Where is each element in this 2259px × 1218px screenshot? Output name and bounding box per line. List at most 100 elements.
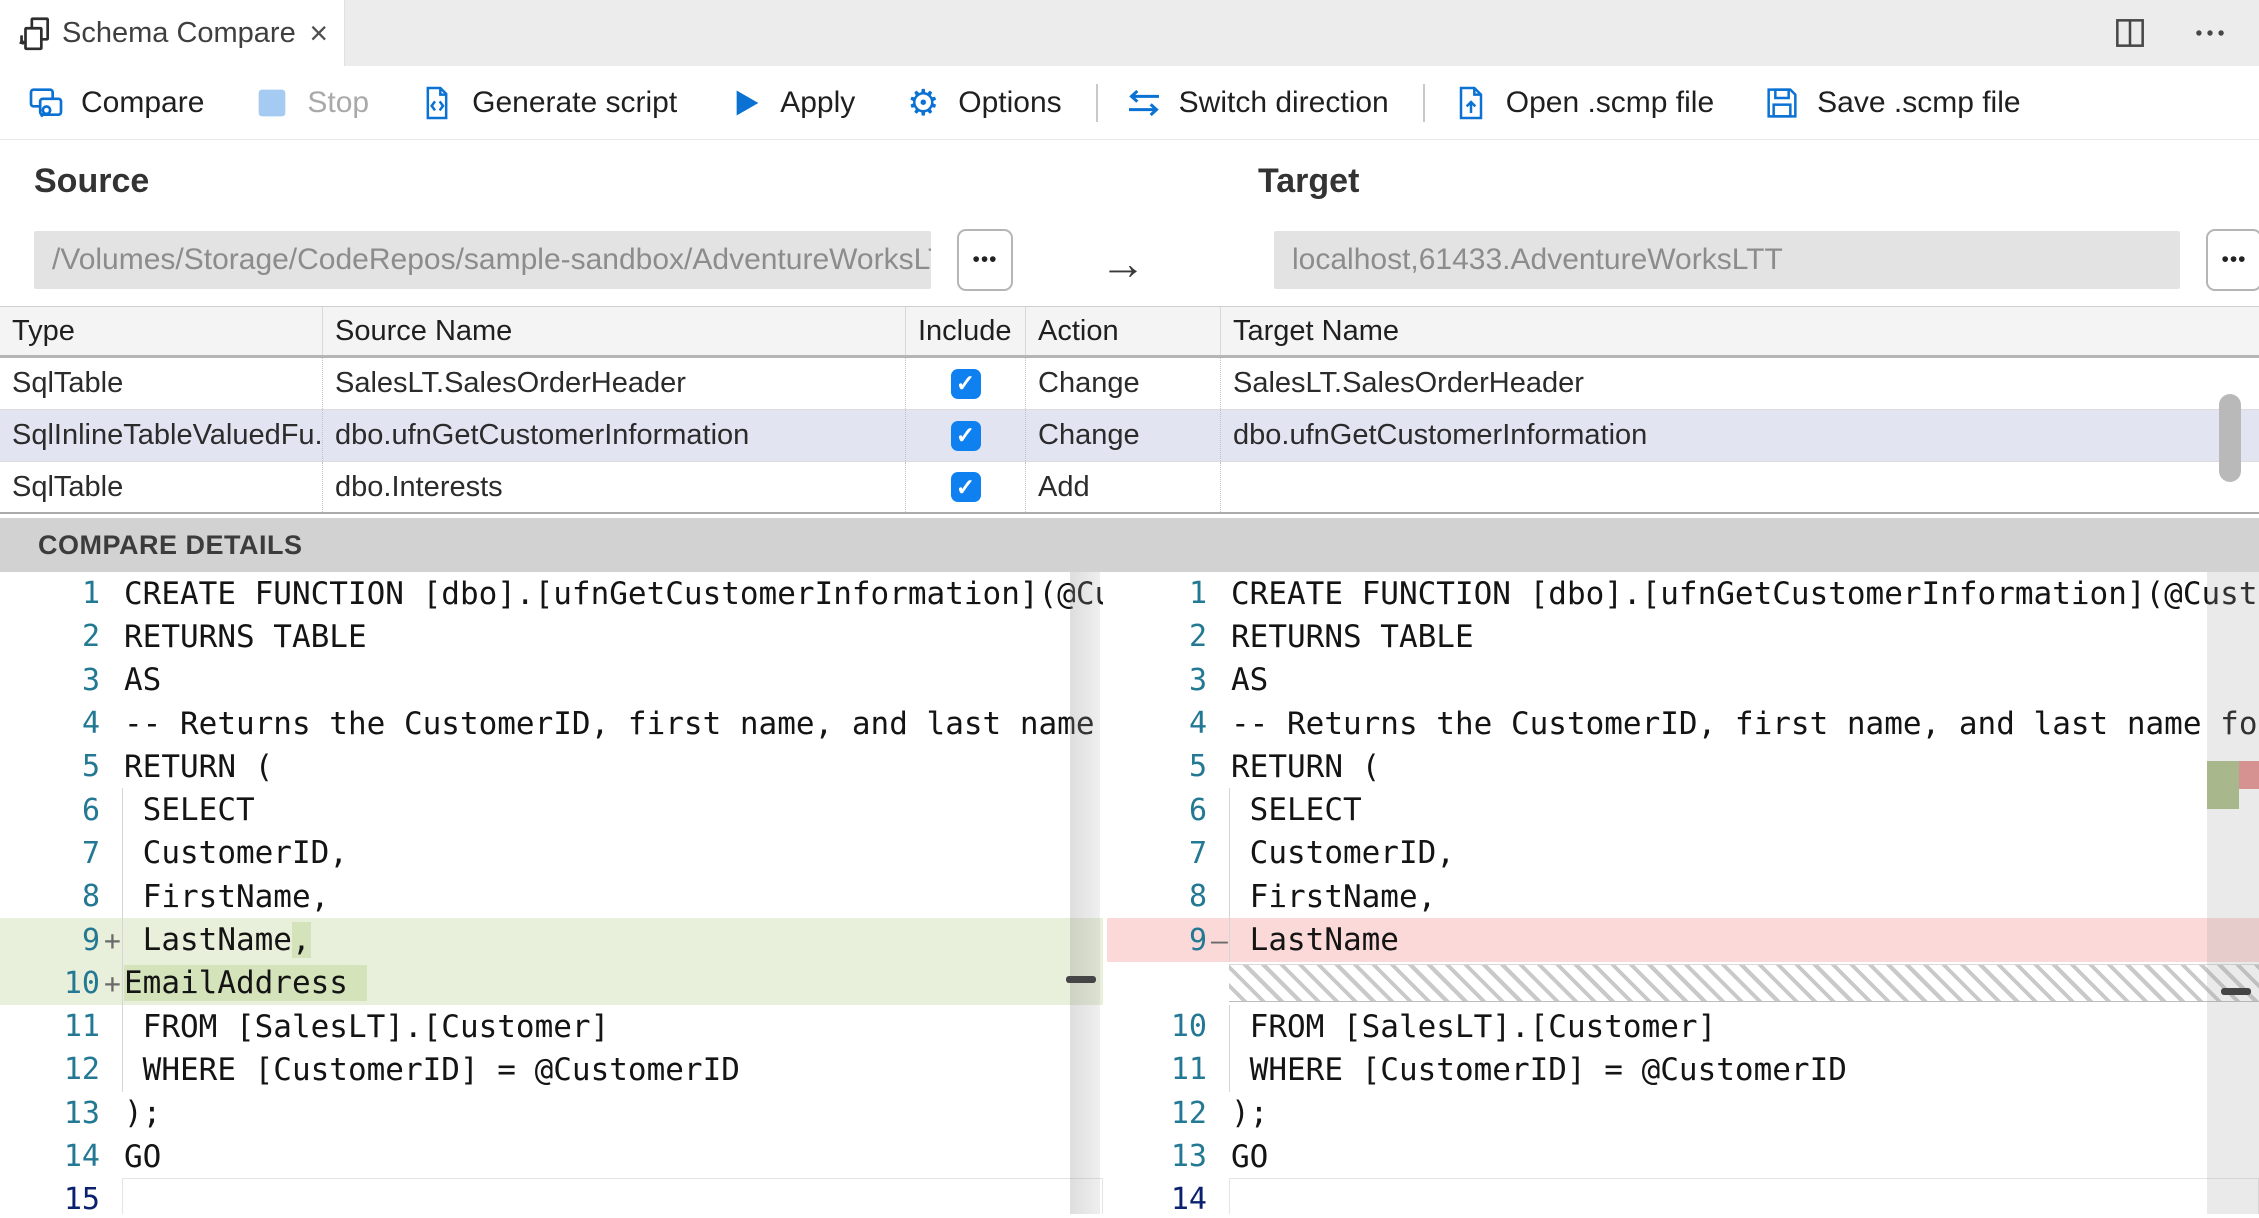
line-number: 9 [1188,922,1207,958]
line-number: 14 [63,1139,100,1174]
line-number: 1 [1188,576,1207,612]
code-line[interactable]: 8 FirstName, [0,875,1103,919]
save-scmp-button[interactable]: Save .scmp file [1762,83,2021,123]
compare-button[interactable]: Compare [26,83,204,123]
target-input[interactable]: localhost,61433.AdventureWorksLTT [1274,231,2180,289]
stop-button[interactable]: Stop [252,83,369,123]
editor-actions [2111,0,2259,66]
code-line[interactable]: 12); [1107,1092,2259,1135]
code-line[interactable]: 12 WHERE [CustomerID] = @CustomerID [0,1048,1103,1092]
code-text: RETURNS TABLE [1231,618,1474,655]
code-text: FirstName, [1229,875,2259,919]
column-header-action: Action [1025,307,1220,355]
code-line[interactable]: 7 CustomerID, [0,831,1103,876]
code-line[interactable]: 9– LastName [1107,918,2259,962]
code-text: WHERE [CustomerID] = @CustomerID [122,1048,1103,1092]
compare-grid: Type Source Name Include Action Target Name … [0,306,2259,514]
code-text: RETURN ( [1231,748,1381,785]
code-line[interactable]: 5 RETURN ( [0,745,1103,788]
code-line[interactable]: 5 RETURN ( [1107,745,2259,788]
code-line[interactable]: 9 + LastName, [0,918,1103,962]
schema-compare-window: Schema Compare × Compare Stop Generate scr… [0,0,2259,1218]
right-scroll-indicator[interactable] [2221,988,2251,995]
code-text [122,1178,1103,1214]
generate-script-button[interactable]: Generate script [417,83,677,123]
source-input[interactable]: /Volumes/Storage/CodeRepos/sample-sandbo… [34,231,931,289]
cell-target-name [1220,462,2259,512]
more-actions-icon[interactable] [2191,14,2229,52]
cell-target-name: dbo.ufnGetCustomerInformation [1220,410,2259,461]
code-line[interactable]: 3 AS [0,659,1103,702]
line-number: 2 [1188,619,1207,655]
diff-gap-row[interactable] [1107,962,2259,1005]
code-line[interactable]: 4 -- Returns the CustomerID, first name, … [0,702,1103,745]
code-line[interactable]: 13 GO [1107,1135,2259,1178]
code-line[interactable]: 4 -- Returns the CustomerID, first name, … [1107,702,2259,745]
code-line[interactable]: 11 WHERE [CustomerID] = @CustomerID [1107,1048,2259,1092]
open-scmp-button[interactable]: Open .scmp file [1451,83,1714,123]
grid-header-row: Type Source Name Include Action Target Name [0,306,2259,358]
cell-target-name: SalesLT.SalesOrderHeader [1220,358,2259,409]
table-row[interactable]: SqlTable SalesLT.SalesOrderHeader ✓ Change S… [0,358,2259,410]
code-text: GO [124,1138,162,1175]
toolbar-item-label: Compare [81,85,205,119]
close-icon[interactable]: × [299,17,328,49]
code-line[interactable]: 2 RETURNS TABLE [0,615,1103,658]
include-checkbox[interactable]: ✓ [950,472,981,502]
code-line[interactable]: 6 SELECT [0,788,1103,832]
code-line[interactable]: 10 FROM [SalesLT].[Customer] [1107,1004,2259,1049]
code-line[interactable]: 13); [0,1092,1103,1135]
code-text: WHERE [CustomerID] = @CustomerID [1229,1048,2259,1092]
code-line[interactable]: 1 CREATE FUNCTION [dbo].[ufnGetCustomerIn… [0,572,1103,615]
code-line[interactable]: 6 SELECT [1107,788,2259,832]
line-number: 5 [81,749,100,785]
options-button[interactable]: ⚙ Options [903,83,1062,123]
code-line[interactable]: 2 RETURNS TABLE [1107,615,2259,658]
tab-schema-compare[interactable]: Schema Compare × [0,0,345,66]
script-icon [417,83,457,123]
source-browse-button[interactable]: ••• [957,229,1013,291]
target-section: Target localhost,61433.AdventureWorksLTT… [1258,162,2259,291]
code-line[interactable]: 15 [0,1178,1103,1214]
compare-details-header[interactable]: COMPARE DETAILS [0,518,2259,572]
line-number: 6 [81,792,100,828]
target-browse-button[interactable]: ••• [2206,229,2259,291]
diff-marker: + [104,966,121,1000]
code-line[interactable]: 11 FROM [SalesLT].[Customer] [0,1004,1103,1049]
source-code-pane[interactable]: 1 CREATE FUNCTION [dbo].[ufnGetCustomerIn… [0,572,1103,1214]
line-number: 7 [1188,835,1207,871]
switch-icon [1124,83,1164,123]
code-line[interactable]: 14 GO [0,1135,1103,1178]
code-line[interactable]: 7 CustomerID, [1107,831,2259,876]
code-text: -- Returns the CustomerID, first name, a… [1231,705,2259,742]
split-editor-icon[interactable] [2111,14,2149,52]
target-code-pane[interactable]: 1 CREATE FUNCTION [dbo].[ufnGetCustomerIn… [1107,572,2259,1214]
cell-source-name: dbo.ufnGetCustomerInformation [322,410,905,461]
grid-scrollbar[interactable] [2219,394,2241,482]
code-text: SELECT [1229,788,2259,832]
table-row[interactable]: SqlInlineTableValuedFu... dbo.ufnGetCusto… [0,410,2259,462]
diff-marker: – [1211,923,1228,957]
switch-direction-button[interactable]: Switch direction [1124,83,1389,123]
code-line[interactable]: 10 + EmailAddress [0,961,1103,1005]
code-line[interactable]: 3 AS [1107,659,2259,702]
open-icon [1451,83,1491,123]
line-number: 12 [1170,1095,1207,1131]
line-number: 7 [81,835,100,871]
table-row[interactable]: SqlTable dbo.Interests ✓ Add [0,462,2259,514]
line-number: 15 [63,1182,100,1214]
cell-action: Change [1025,358,1220,409]
code-line[interactable]: 1 CREATE FUNCTION [dbo].[ufnGetCustomerIn… [1107,572,2259,615]
code-line[interactable]: 8 FirstName, [1107,875,2259,919]
include-checkbox[interactable]: ✓ [950,420,981,451]
line-number: 13 [63,1095,100,1131]
code-line[interactable]: 14 [1107,1178,2259,1214]
play-icon [725,83,765,123]
left-scroll-indicator[interactable] [1066,976,1096,983]
cell-source-name: SalesLT.SalesOrderHeader [322,358,905,409]
overview-added-mark [2207,761,2239,809]
include-checkbox[interactable]: ✓ [950,368,981,399]
apply-button[interactable]: Apply [725,83,855,123]
column-header-type: Type [12,315,75,347]
code-text: ); [124,1095,162,1132]
